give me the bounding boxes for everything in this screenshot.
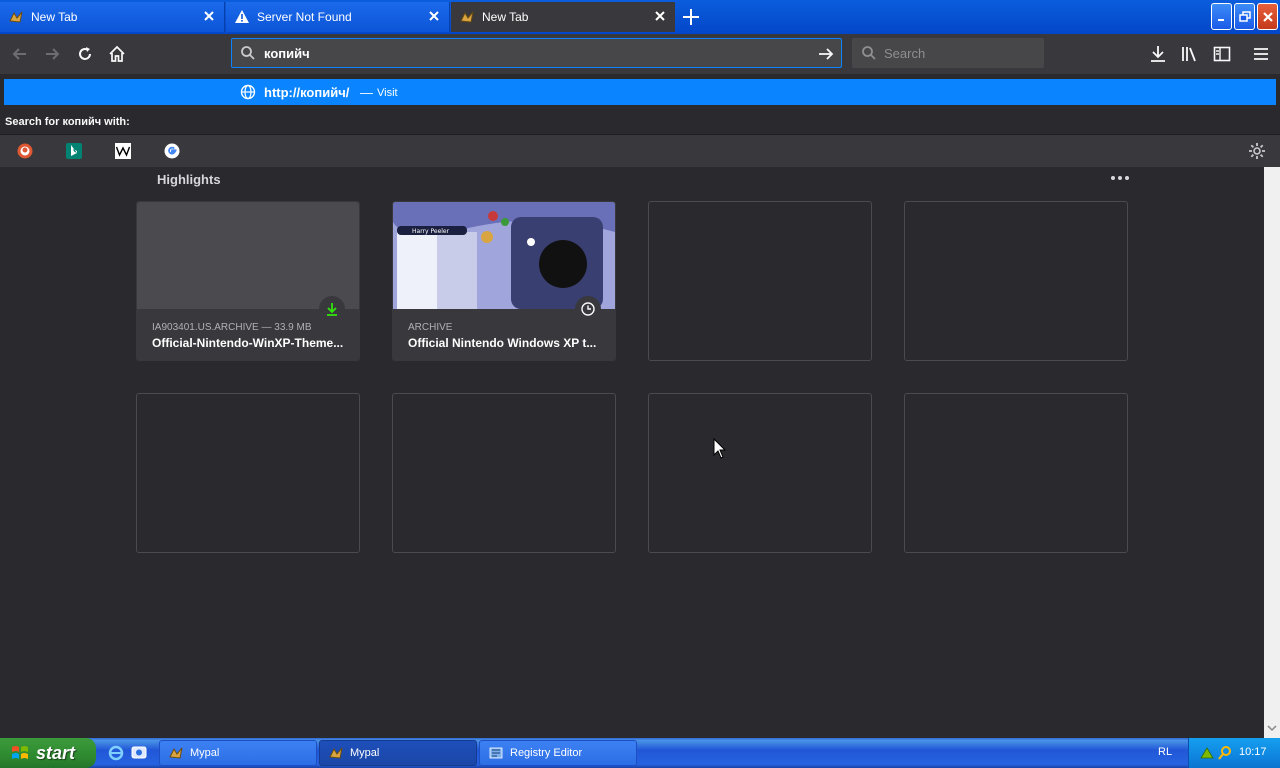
tab-new-tab-active[interactable]: New Tab [451,2,675,32]
card-context: ARCHIVE [408,322,453,333]
navigation-toolbar: Search [0,34,1280,74]
search-bar[interactable]: Search [852,38,1044,68]
new-tab-plus-icon[interactable] [680,6,702,28]
highlights-title: Highlights [157,172,221,187]
taskbar: start Mypal Mypal Registry Editor RL 10:… [0,738,1280,768]
card-title: Official-Nintendo-WinXP-Theme... [152,336,344,350]
download-icon [327,303,337,316]
downloads-icon[interactable] [1148,44,1168,64]
system-tray: 10:17 [1188,738,1280,768]
clock-icon [581,302,595,316]
tab-new-tab-1[interactable]: New Tab [0,2,225,32]
close-tab-icon[interactable] [653,9,667,23]
card-badge [319,296,345,322]
language-indicator[interactable]: RL [1158,746,1172,758]
empty-card-slot [904,393,1128,553]
suggestion-separator: — [360,85,373,100]
empty-card-slot [648,201,872,361]
tab-title: Server Not Found [257,10,352,24]
registry-editor-icon [489,747,503,759]
card-thumbnail: Harry Peeler [393,202,615,309]
sidebar-icon[interactable] [1212,44,1232,64]
suggestion-url: http://копийч/ [264,85,350,100]
thumbnail-caption: Harry Peeler [412,228,450,235]
taskbar-item-mypal[interactable]: Mypal [159,740,317,766]
card-badge [575,296,601,322]
library-icon[interactable] [1180,44,1200,64]
clock: 10:17 [1239,746,1267,758]
empty-card-slot [904,201,1128,361]
gear-icon[interactable] [1248,142,1266,160]
wikipedia-icon[interactable] [115,143,131,159]
more-options-icon[interactable] [1110,175,1130,181]
search-tray-icon[interactable] [1217,745,1233,761]
network-icon[interactable] [1199,745,1215,761]
taskbar-item-registry-editor[interactable]: Registry Editor [479,740,637,766]
url-bar[interactable] [231,38,842,68]
close-icon [1262,11,1273,22]
empty-card-slot [136,393,360,553]
mypal-icon [460,11,474,23]
scroll-down-icon[interactable] [1267,723,1277,733]
card-thumbnail [137,202,359,309]
tab-server-not-found[interactable]: Server Not Found [226,2,450,32]
close-tab-icon[interactable] [202,9,216,23]
mypal-icon [169,747,183,759]
suggestion-action: Visit [377,87,398,99]
task-label: Mypal [350,747,380,759]
highlight-card[interactable]: IA903401.US.ARCHIVE — 33.9 MB Official-N… [136,201,360,361]
reload-icon[interactable] [75,44,95,64]
search-placeholder: Search [884,46,926,61]
internet-explorer-icon[interactable] [108,745,124,761]
task-label: Registry Editor [510,747,583,759]
mouse-cursor-icon [713,438,727,459]
tab-title: New Tab [482,10,529,24]
card-context: IA903401.US.ARCHIVE — 33.9 MB [152,322,312,333]
start-button[interactable]: start [0,738,96,768]
search-with-label: Search for копийч with: [0,112,1280,134]
back-icon[interactable] [10,44,30,64]
restore-button[interactable] [1234,3,1255,30]
url-input[interactable] [264,46,804,61]
google-icon[interactable] [164,143,180,159]
go-arrow-icon[interactable] [817,45,835,63]
url-suggestion-row[interactable]: http://копийч/ — Visit [4,79,1276,105]
thumbnail-image: Harry Peeler [393,202,615,309]
forward-icon[interactable] [42,44,62,64]
duckduckgo-icon[interactable] [17,143,33,159]
vertical-scrollbar[interactable] [1264,167,1280,738]
show-desktop-icon[interactable] [131,745,147,761]
one-off-search-engines [0,134,1280,167]
tab-title: New Tab [31,10,78,24]
mypal-icon [329,747,343,759]
minimize-icon [1217,18,1224,21]
start-label: start [36,742,76,763]
close-tab-icon[interactable] [427,9,441,23]
globe-icon [240,84,256,100]
tab-strip: New Tab Server Not Found New Tab [0,0,1280,34]
close-window-button[interactable] [1257,3,1278,30]
minimize-button[interactable] [1211,3,1232,30]
card-title: Official Nintendo Windows XP t... [408,336,597,350]
warning-icon [235,10,249,23]
task-label: Mypal [190,747,220,759]
taskbar-item-mypal-active[interactable]: Mypal [319,740,477,766]
bing-icon[interactable] [66,143,82,159]
windows-logo-icon [12,746,28,759]
home-icon[interactable] [107,44,127,64]
mypal-icon [9,11,23,23]
empty-card-slot [392,393,616,553]
restore-icon [1238,10,1251,22]
highlight-card[interactable]: Harry Peeler ARCHIVE Official Nintendo W… [392,201,616,361]
search-icon [862,46,876,60]
menu-icon[interactable] [1251,44,1271,64]
search-icon [241,46,255,60]
empty-card-slot [648,393,872,553]
new-tab-page: Highlights IA903401.US.ARCHIVE — 33.9 MB… [0,167,1264,738]
